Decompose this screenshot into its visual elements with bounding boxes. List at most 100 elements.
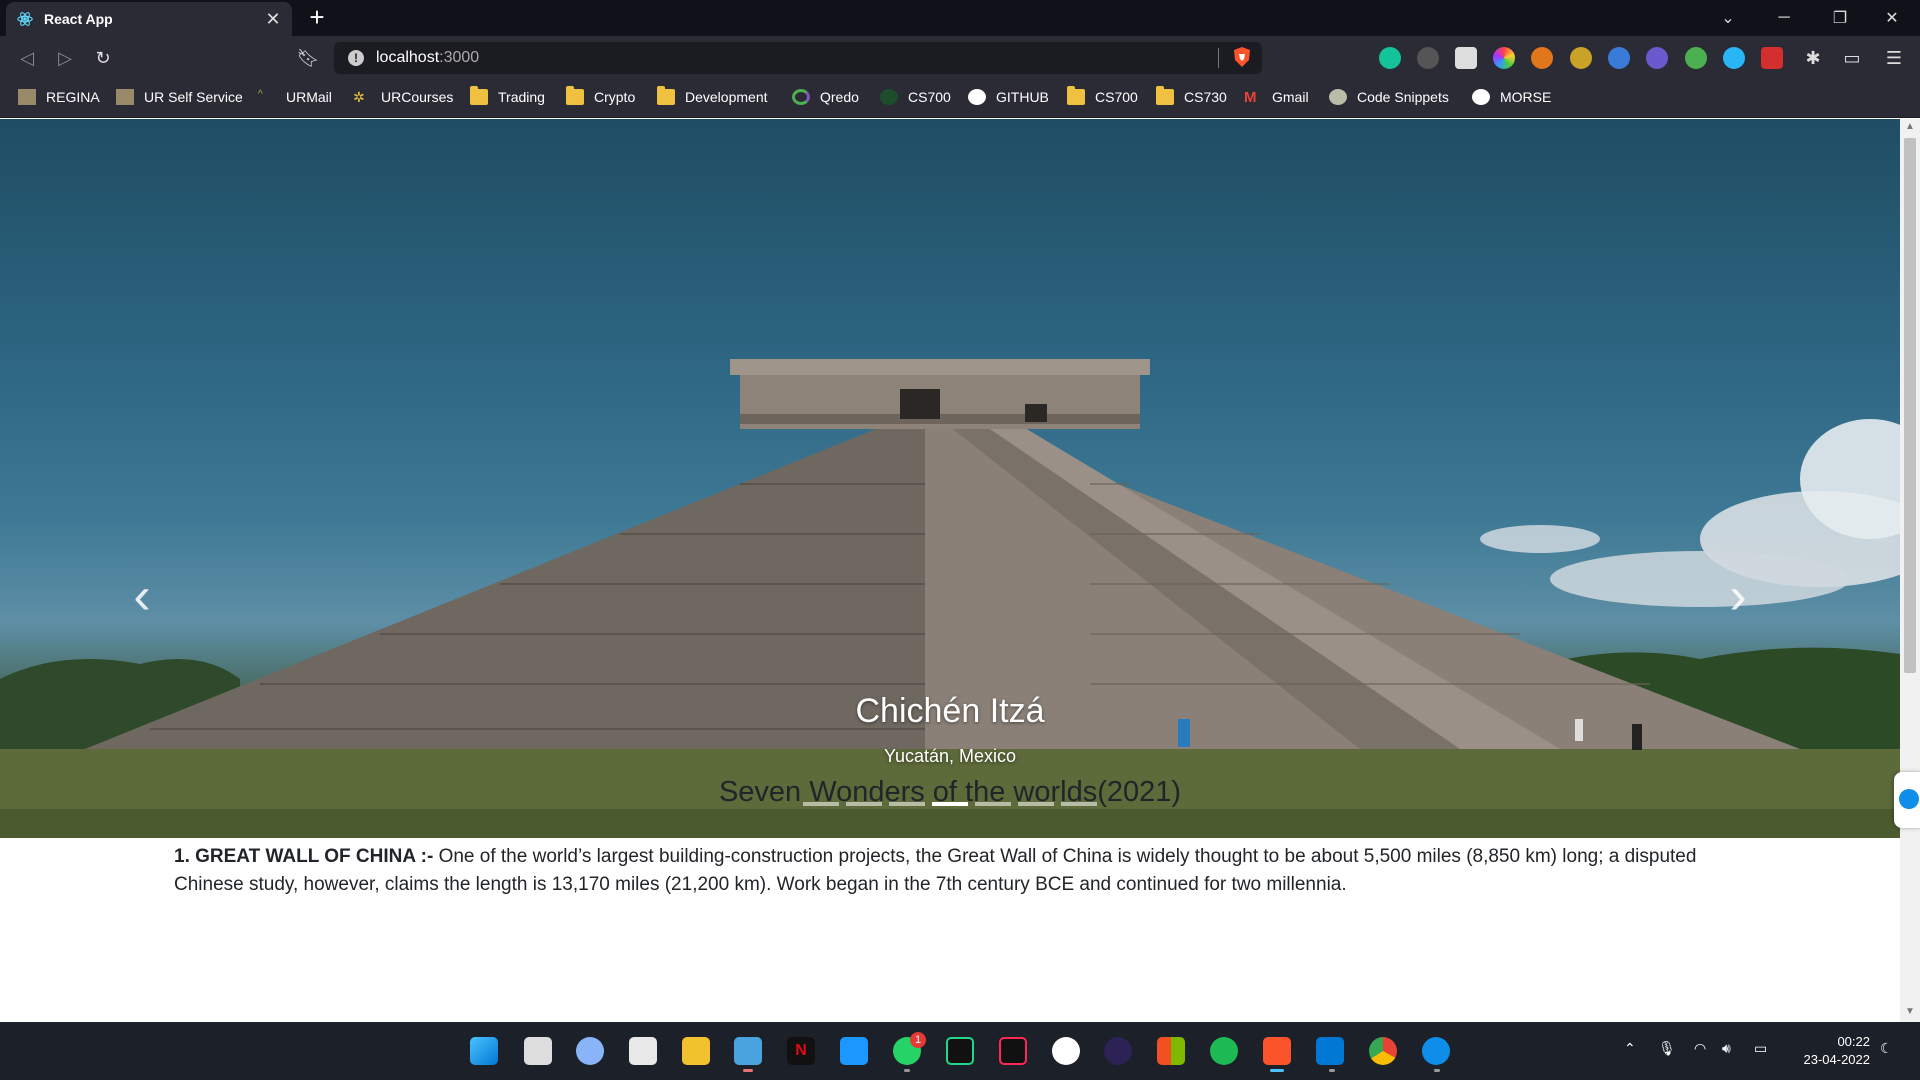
courses-favicon: ✲ <box>353 89 365 105</box>
bookmark-item[interactable]: ✲ URCourses <box>353 86 453 108</box>
carousel-prev-icon[interactable]: ‹ <box>122 570 162 624</box>
teamviewer-taskbar-icon[interactable] <box>1422 1037 1450 1065</box>
brave-icon[interactable] <box>1263 1037 1291 1065</box>
bookmark-label: REGINA <box>46 89 100 105</box>
bookmark-item[interactable]: M Gmail <box>1244 86 1309 108</box>
bookmark-label: Qredo <box>820 89 859 105</box>
bookmark-item[interactable]: MORSE <box>1472 86 1551 108</box>
vscode-icon[interactable] <box>1316 1037 1344 1065</box>
app-indicator <box>1329 1069 1335 1072</box>
extension-icon[interactable] <box>1570 47 1592 69</box>
folder-icon <box>1156 86 1174 105</box>
start-icon[interactable] <box>470 1037 498 1065</box>
bookmark-item[interactable]: Development <box>657 86 768 108</box>
task-view-icon[interactable] <box>524 1037 552 1065</box>
image-favicon <box>18 89 36 105</box>
teamviewer-badge[interactable] <box>1894 772 1920 828</box>
bookmark-item[interactable]: REGINA <box>18 86 100 108</box>
avatar-favicon <box>1329 89 1347 105</box>
pycharm-icon[interactable] <box>946 1037 974 1065</box>
system-clock[interactable]: 00:22 23-04-2022 <box>1790 1033 1871 1069</box>
extension-icon[interactable] <box>1608 47 1630 69</box>
browser-tab[interactable]: React App ✕ <box>6 2 292 36</box>
bookmark-item[interactable]: Crypto <box>566 86 635 108</box>
bookmark-item[interactable]: CS700 <box>880 86 951 108</box>
new-tab-button[interactable]: + <box>304 3 330 31</box>
favicon <box>880 89 898 105</box>
netflix-icon[interactable]: N <box>787 1037 815 1065</box>
battery-icon[interactable]: ▭ <box>1754 1040 1767 1057</box>
extension-icon[interactable] <box>1685 47 1707 69</box>
extension-icon[interactable] <box>1761 47 1783 69</box>
color-picker-icon[interactable] <box>1493 47 1515 69</box>
remote-desktop-icon[interactable] <box>734 1037 762 1065</box>
office-icon[interactable] <box>1157 1037 1185 1065</box>
back-icon[interactable]: ◁ <box>13 46 41 70</box>
extension-icon[interactable] <box>1646 47 1668 69</box>
bookmark-item[interactable]: CS730 <box>1156 86 1227 108</box>
chrome-icon[interactable] <box>1369 1037 1397 1065</box>
intellij-icon[interactable] <box>999 1037 1027 1065</box>
extension-icon[interactable] <box>1417 47 1439 69</box>
scrollbar-thumb[interactable] <box>1904 138 1916 673</box>
wallet-icon[interactable]: ▭ <box>1838 46 1866 70</box>
close-window-button[interactable]: ✕ <box>1864 0 1920 36</box>
url-host: localhost <box>376 49 440 66</box>
bookmark-item[interactable]: ^ URMail <box>258 86 332 108</box>
chevron-up-icon[interactable]: ⌃ <box>1624 1040 1636 1057</box>
file-explorer-icon[interactable] <box>682 1037 710 1065</box>
wonder-paragraph: 1. GREAT WALL OF CHINA :- One of the wor… <box>174 843 1734 899</box>
app-indicator <box>1434 1069 1440 1072</box>
notifications-icon[interactable]: ☾ <box>1880 1040 1893 1057</box>
bookmark-item[interactable]: Trading <box>470 86 545 108</box>
volume-icon[interactable]: 🔊︎ <box>1722 1040 1731 1057</box>
github-icon <box>1472 89 1490 105</box>
settings-icon[interactable] <box>576 1037 604 1065</box>
puzzle-icon[interactable]: ✱ <box>1799 46 1827 70</box>
bookmark-item[interactable]: CS700 <box>1067 86 1138 108</box>
url-text[interactable]: localhost:3000 <box>376 47 479 69</box>
close-tab-icon[interactable]: ✕ <box>264 9 282 30</box>
metamask-icon[interactable] <box>1531 47 1553 69</box>
bookmark-label: CS730 <box>1184 89 1227 105</box>
folder-icon <box>470 86 488 105</box>
app-indicator <box>904 1069 910 1072</box>
bookmark-label: URCourses <box>381 89 454 105</box>
bookmark-label: Development <box>685 89 768 105</box>
extension-icon[interactable] <box>1455 47 1477 69</box>
url-port: :3000 <box>439 49 480 66</box>
restore-button[interactable]: ❐ <box>1812 0 1868 36</box>
bookmark-item[interactable]: Qredo <box>792 86 859 108</box>
extension-icon[interactable] <box>1723 47 1745 69</box>
divider <box>1218 48 1219 68</box>
bookmark-item[interactable]: GITHUB <box>968 86 1049 108</box>
eclipse-icon[interactable] <box>1104 1037 1132 1065</box>
folder-icon <box>657 86 675 105</box>
forward-icon[interactable]: ▷ <box>51 46 79 70</box>
app-icon[interactable] <box>1052 1037 1080 1065</box>
react-icon <box>17 12 33 26</box>
minimize-button[interactable]: ─ <box>1756 0 1812 36</box>
gmail-icon: M <box>1244 89 1257 106</box>
bookmark-label: Code Snippets <box>1357 89 1449 105</box>
spotify-icon[interactable] <box>1210 1037 1238 1065</box>
wifi-icon[interactable]: ◠ <box>1694 1040 1706 1057</box>
prime-video-icon[interactable] <box>840 1037 868 1065</box>
slide-title: Chichén Itzá <box>855 692 1045 730</box>
clock-time: 00:22 <box>1837 1034 1870 1049</box>
menu-icon[interactable]: ☰ <box>1880 46 1908 70</box>
reload-icon[interactable]: ↻ <box>89 46 117 70</box>
store-icon[interactable] <box>629 1037 657 1065</box>
carousel-next-icon[interactable]: › <box>1718 570 1758 624</box>
bookmark-item[interactable]: Code Snippets <box>1329 86 1449 108</box>
microphone-icon[interactable]: 🎙︎ <box>1658 1040 1676 1057</box>
scroll-down-icon[interactable]: ▼ <box>1903 1006 1917 1020</box>
brave-shield-icon[interactable] <box>1232 46 1252 68</box>
site-info-icon[interactable]: ! <box>348 50 364 66</box>
grammarly-icon[interactable] <box>1379 47 1401 69</box>
tab-search-icon[interactable]: ⌄ <box>1700 0 1756 36</box>
scroll-up-icon[interactable]: ▲ <box>1903 121 1917 135</box>
bookmark-label: Gmail <box>1272 89 1309 105</box>
bookmark-item[interactable]: UR Self Service <box>116 86 243 108</box>
bookmark-page-icon[interactable]: 🔖︎ <box>294 46 322 70</box>
